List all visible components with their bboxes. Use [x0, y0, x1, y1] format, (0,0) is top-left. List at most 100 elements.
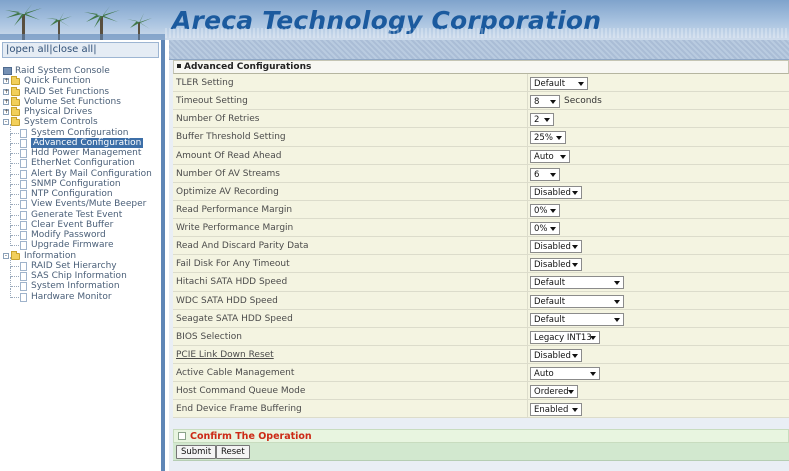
folder-open-icon — [11, 250, 20, 260]
config-row-write-performance-margin: Write Performance Margin 0% — [173, 219, 789, 238]
select-value: Ordered — [534, 387, 569, 398]
select-value: Disabled — [534, 242, 571, 253]
tree-branch-line — [11, 183, 19, 185]
tree-toggle-bar: |open all|close all| — [2, 42, 159, 58]
expand-icon[interactable]: + — [3, 88, 9, 95]
setting-value-cell: Default — [527, 74, 588, 92]
folder-icon — [11, 76, 20, 86]
select-value: Disabled — [534, 260, 571, 271]
tree-branch-line — [11, 142, 19, 144]
button-row: Submit Reset — [173, 443, 789, 461]
setting-value-cell: 6 — [527, 164, 560, 182]
tree-branch-line — [11, 235, 19, 236]
pcie-link-down-reset-select[interactable]: Disabled — [530, 348, 582, 362]
select-value: Default — [534, 296, 566, 307]
section-bullet-icon — [177, 64, 181, 68]
page-icon — [20, 272, 27, 281]
hitachi-sata-hdd-speed-select[interactable]: Default — [530, 276, 624, 290]
expand-icon[interactable]: + — [3, 109, 9, 115]
tree-toggle-separator-right: | — [93, 44, 97, 55]
setting-label: Write Performance Margin — [176, 223, 294, 233]
setting-value-cell: Legacy INT13 — [527, 327, 600, 345]
page-icon — [20, 159, 27, 169]
tree-branch-line — [11, 296, 19, 298]
config-row-fail-disk-for-any-timeout: Fail Disk For Any Timeout Disabled — [173, 255, 789, 274]
select-value: Default — [534, 314, 566, 325]
folder-open-icon — [11, 117, 20, 127]
active-cable-management-select[interactable]: Auto — [530, 367, 600, 380]
tree-item-label: SNMP Configuration — [31, 178, 121, 189]
config-row-optimize-av-recording: Optimize AV Recording Disabled — [173, 182, 789, 201]
page-icon — [20, 169, 27, 179]
confirm-checkbox[interactable] — [178, 432, 186, 440]
read-performance-margin-select[interactable]: 0% — [530, 203, 560, 217]
reset-button[interactable]: Reset — [216, 445, 250, 459]
fail-disk-for-any-timeout-select[interactable]: Disabled — [530, 258, 582, 272]
confirm-label: Confirm The Operation — [190, 431, 312, 442]
write-performance-margin-select[interactable]: 0% — [530, 222, 560, 235]
config-row-number-of-av-streams: Number Of AV Streams 6 — [173, 164, 789, 183]
end-device-frame-buffering-select[interactable]: Enabled — [530, 403, 582, 417]
timeout-setting-select[interactable]: 8 — [530, 95, 560, 109]
tler-setting-select[interactable]: Default — [530, 77, 588, 90]
folder-icon — [11, 96, 20, 106]
close-all-link[interactable]: close all — [53, 44, 94, 55]
select-value: Disabled — [534, 187, 571, 198]
config-row-read-performance-margin: Read Performance Margin 0% — [173, 200, 789, 219]
read-and-discard-parity-data-select[interactable]: Disabled — [530, 240, 582, 254]
collapse-icon[interactable]: - — [3, 252, 9, 259]
dropdown-arrow-icon — [614, 317, 620, 322]
host-command-queue-mode-select[interactable]: Ordered — [530, 385, 578, 399]
setting-value-cell: 8 Seconds — [527, 92, 602, 110]
buffer-threshold-setting-select[interactable]: 25% — [530, 131, 566, 145]
expand-icon[interactable]: + — [3, 78, 9, 85]
setting-value-cell: Auto — [527, 364, 600, 382]
setting-value-cell: Disabled — [527, 345, 582, 363]
dropdown-arrow-icon — [572, 190, 578, 195]
page-icon — [20, 128, 27, 138]
dropdown-arrow-icon — [544, 118, 550, 123]
tree-item-label: RAID Set Functions — [24, 86, 110, 97]
submit-button[interactable]: Submit — [176, 445, 217, 459]
setting-label: End Device Frame Buffering — [176, 404, 302, 415]
tree-item-label: System Information — [31, 281, 120, 292]
tree-item-label: Information — [24, 250, 77, 261]
open-all-link[interactable]: open all — [9, 44, 49, 55]
collapse-icon[interactable]: - — [3, 119, 9, 126]
palm-trees-logo — [0, 0, 165, 40]
setting-label: Hitachi SATA HDD Speed — [176, 277, 288, 288]
setting-label: Number Of Retries — [176, 114, 260, 125]
select-value: Default — [534, 79, 566, 89]
setting-label-link[interactable]: PCIE Link Down Reset — [176, 350, 274, 360]
number-of-retries-select[interactable]: 2 — [530, 113, 554, 127]
select-value: Auto — [534, 151, 554, 162]
bios-selection-select[interactable]: Legacy INT13 — [530, 330, 600, 344]
tree-branch-line — [11, 265, 19, 267]
setting-label: WDC SATA HDD Speed — [176, 295, 278, 306]
setting-value-cell: 2 — [527, 110, 554, 128]
main-top-bar — [169, 40, 789, 60]
setting-label: Number Of AV Streams — [176, 168, 280, 179]
config-row-host-command-queue-mode: Host Command Queue Mode Ordered — [173, 382, 789, 401]
optimize-av-recording-select[interactable]: Disabled — [530, 185, 582, 199]
dropdown-arrow-icon — [572, 263, 578, 268]
select-value: 0% — [534, 205, 548, 216]
tree-item-label: System Configuration — [31, 127, 129, 138]
amount-of-read-ahead-select[interactable]: Auto — [530, 149, 570, 163]
select-value: 2 — [534, 115, 540, 126]
folder-icon — [11, 86, 20, 96]
setting-value-cell: Disabled — [527, 255, 582, 273]
setting-label: TLER Setting — [176, 78, 234, 88]
select-value: Default — [534, 278, 566, 289]
seagate-sata-hdd-speed-select[interactable]: Default — [530, 312, 624, 326]
section-title: Advanced Configurations — [184, 62, 312, 72]
dropdown-arrow-icon — [590, 372, 596, 376]
dropdown-arrow-icon — [590, 335, 596, 340]
tree-item-label: Generate Test Event — [31, 209, 123, 220]
expand-icon[interactable]: + — [3, 98, 9, 105]
dropdown-arrow-icon — [614, 299, 620, 304]
folder-icon — [11, 107, 20, 116]
setting-value-cell: Disabled — [527, 237, 582, 255]
wdc-sata-hdd-speed-select[interactable]: Default — [530, 294, 624, 308]
number-of-av-streams-select[interactable]: 6 — [530, 167, 560, 181]
